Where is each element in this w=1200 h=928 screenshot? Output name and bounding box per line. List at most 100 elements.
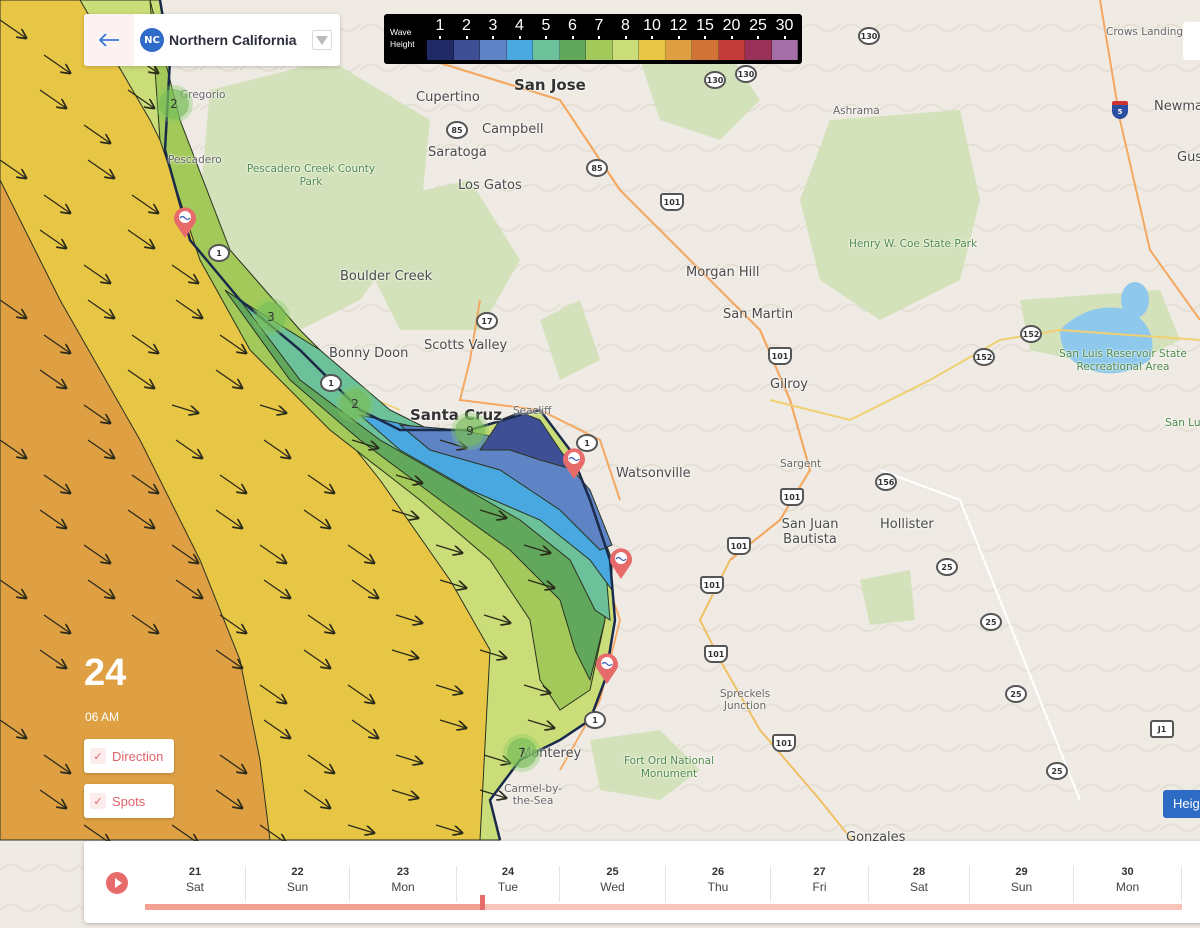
spots-toggle[interactable]: ✓ Spots: [84, 784, 174, 818]
map-place-label: Fort Ord National Monument: [623, 755, 714, 780]
day-weekday: Wed: [600, 880, 625, 894]
legend-label: 30: [775, 17, 794, 34]
day-number: 26: [711, 866, 725, 878]
current-hour: 06 AM: [85, 710, 120, 724]
day-number: 27: [813, 866, 826, 878]
wave-height-legend: Wave Height 1 2 3 4 5 6 7 8 10 12 15 20 25 30: [384, 14, 802, 64]
highway-shield: 85: [446, 121, 468, 139]
day-number: 28: [912, 866, 926, 878]
timeline-day[interactable]: 26 Thu: [666, 866, 771, 902]
surf-spot-pin[interactable]: [608, 546, 634, 580]
legend-tick: [518, 36, 521, 39]
legend-tick: [757, 36, 759, 39]
day-weekday: Sun: [286, 880, 309, 894]
map-place-label: Boulder Creek: [340, 269, 433, 284]
play-button[interactable]: [106, 872, 128, 894]
highway-shield: 152: [1020, 325, 1042, 343]
legend-swatch: [506, 40, 533, 60]
spot-cluster[interactable]: 2: [340, 389, 370, 419]
timeline-day[interactable]: 22 Sun: [246, 866, 350, 902]
highway-shield: 5: [1112, 101, 1128, 119]
timeline: 21 Sat 22 Sun 23 Mon 24 Tue 25 Wed 26 Thu 27 Fri 28 Sat…: [84, 841, 1200, 923]
legend-tick: [492, 36, 494, 39]
map-place-label: Seacliff: [513, 405, 552, 417]
surf-spot-pin[interactable]: [561, 446, 587, 480]
highway-shield: 101: [768, 347, 792, 365]
legend-swatch: [480, 40, 507, 60]
day-weekday: Fri: [812, 880, 827, 894]
highway-shield: 130: [858, 27, 880, 45]
map-place-label: Campbell: [482, 122, 544, 137]
highway-shield: 25: [980, 613, 1002, 631]
legend-swatch: [692, 40, 719, 60]
region-dropdown[interactable]: [312, 30, 332, 50]
map-place-label: San Luis Reservoir State Recreational Ar…: [1059, 348, 1187, 373]
map-pin-icon: [174, 207, 196, 238]
direction-toggle[interactable]: ✓ Direction: [84, 739, 174, 773]
timeline-day[interactable]: 28 Sat: [869, 866, 970, 902]
highway-shield: 101: [700, 576, 724, 594]
day-weekday: Mon: [1115, 880, 1140, 894]
timeline-day[interactable]: 21 Sat: [145, 866, 246, 902]
timeline-day[interactable]: 24 Tue: [457, 866, 560, 902]
timeline-track[interactable]: [145, 895, 1182, 910]
region-selector[interactable]: NC Northern California: [84, 14, 340, 66]
day-number: 30: [1121, 866, 1134, 878]
caret-down-icon: [316, 35, 328, 45]
map-place-label: Carmel-by-the-Sea: [504, 783, 562, 807]
legend-tick: [783, 36, 786, 39]
region-badge: NC: [140, 28, 164, 52]
back-button[interactable]: [84, 14, 134, 66]
timeline-day[interactable]: 29 Sun: [970, 866, 1074, 902]
map-place-label: Pescadero: [168, 154, 222, 166]
legend-title-line2: Height: [390, 39, 415, 49]
map-place-label: Sargent: [780, 458, 822, 470]
highway-shield: 101: [704, 645, 728, 663]
map-place-label: Santa Cruz: [410, 406, 502, 424]
play-icon: [114, 878, 122, 888]
legend-swatch: [453, 40, 480, 60]
legend-swatch: [745, 40, 772, 60]
legend-tick: [624, 36, 627, 39]
day-weekday: Sat: [909, 880, 928, 894]
day-number: 29: [1015, 866, 1028, 878]
timeline-day[interactable]: 25 Wed: [560, 866, 666, 902]
spot-cluster[interactable]: 7: [507, 738, 537, 768]
highway-shield: 101: [780, 488, 804, 506]
highway-shield: 85: [586, 159, 608, 177]
highway-shield: J1: [1150, 720, 1174, 738]
timeline-handle[interactable]: [480, 895, 486, 910]
map-place-label: Crows Landing: [1106, 26, 1184, 38]
spot-cluster[interactable]: 9: [455, 416, 485, 446]
surf-spot-pin[interactable]: [594, 651, 620, 685]
spot-cluster[interactable]: 3: [256, 302, 286, 332]
legend-title: Wave Height: [390, 26, 415, 50]
legend-swatch: [665, 40, 692, 60]
map-place-label: San Juan Bautista: [781, 517, 839, 547]
legend-swatch: [559, 40, 586, 60]
region-name: Northern California: [169, 32, 297, 48]
map-place-label: Ashrama: [833, 105, 880, 117]
legend-swatch: [771, 40, 798, 60]
map-place-label: Los Gatos: [458, 178, 522, 193]
surf-spot-pin[interactable]: [172, 205, 198, 239]
map-place-label: San Martin: [723, 307, 794, 322]
legend-swatch: [427, 40, 454, 60]
spot-cluster[interactable]: 2: [159, 89, 189, 119]
height-button[interactable]: Heig: [1163, 790, 1200, 818]
map-place-label: Cupertino: [416, 90, 480, 105]
timeline-day[interactable]: 23 Mon: [350, 866, 457, 902]
highway-shield: 130: [735, 65, 757, 83]
day-number: 22: [291, 866, 304, 878]
timeline-day[interactable]: 30 Mon: [1074, 866, 1182, 902]
highway-shield: 101: [772, 734, 796, 752]
spots-toggle-label: Spots: [112, 793, 146, 809]
map-place-label: Newma: [1154, 99, 1200, 114]
legend-tick: [651, 36, 653, 39]
legend-swatch: [533, 40, 560, 60]
check-icon: ✓: [90, 793, 106, 809]
map-place-label: Gilroy: [770, 377, 809, 392]
wave-forecast-map[interactable]: [0, 0, 1200, 928]
timeline-day[interactable]: 27 Fri: [771, 866, 869, 902]
map-control-edge[interactable]: [1183, 22, 1200, 60]
